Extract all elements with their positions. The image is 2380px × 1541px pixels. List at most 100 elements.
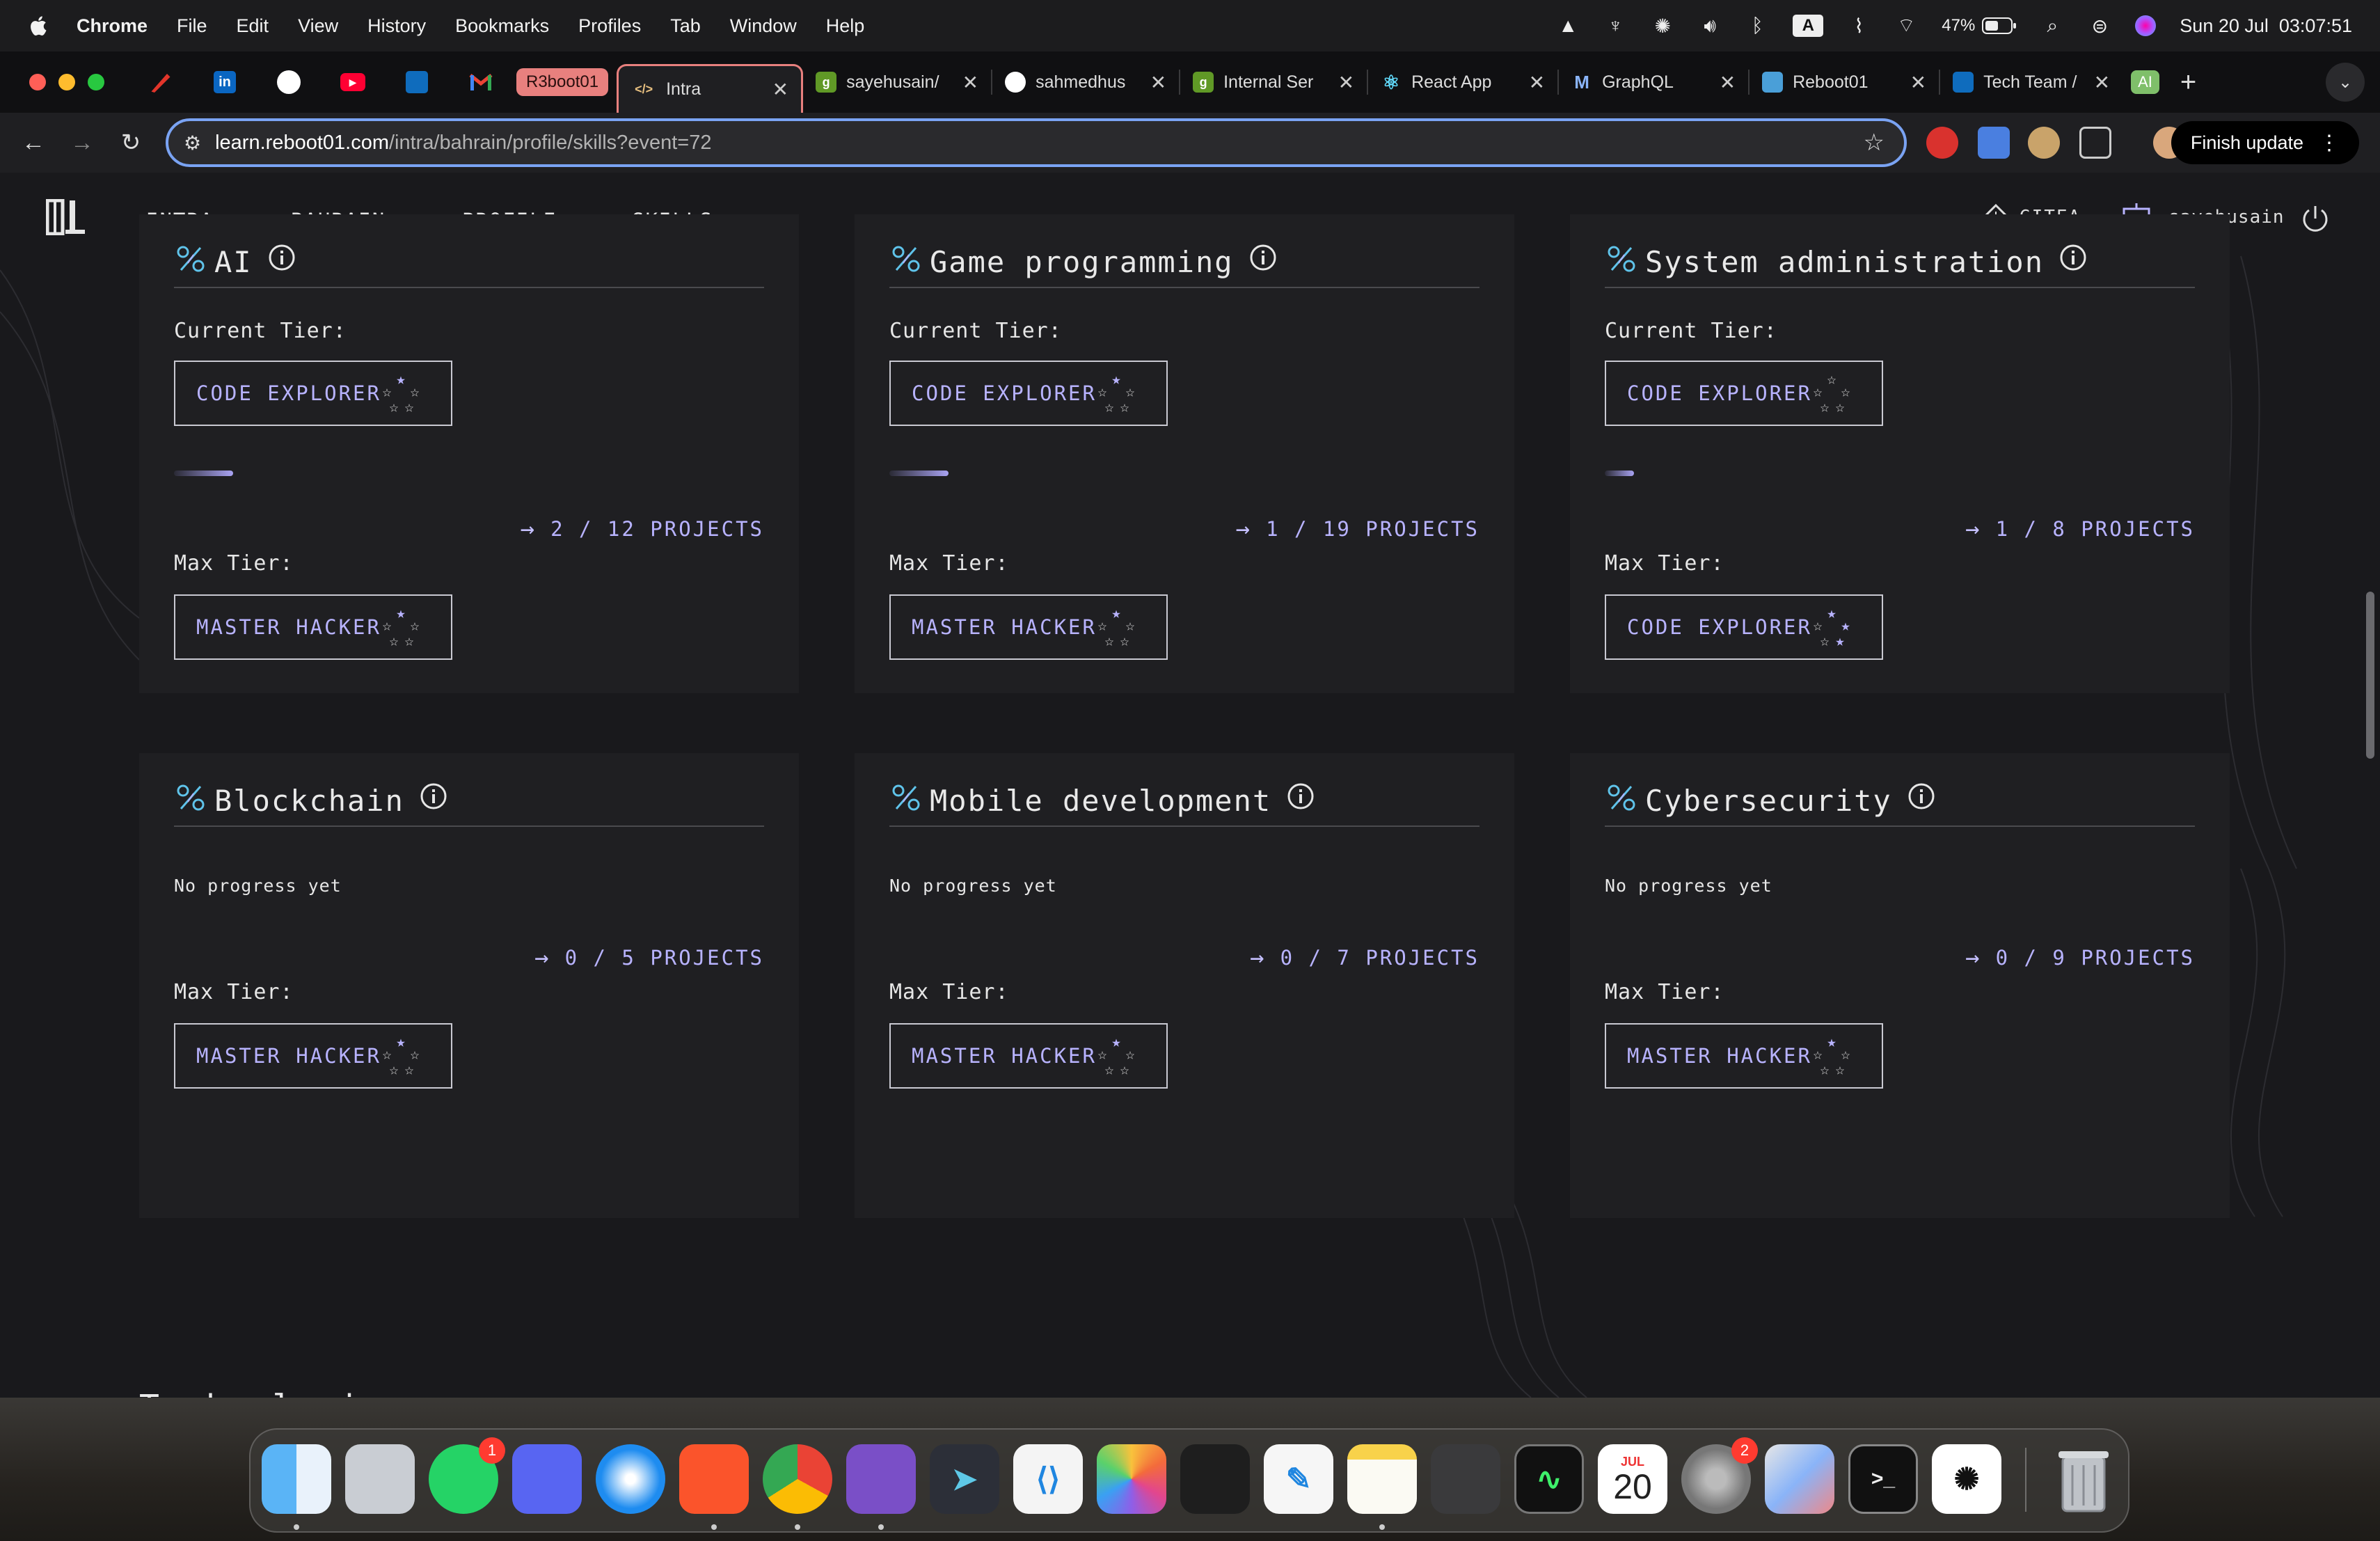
back-arrow-icon[interactable]: ← — [18, 127, 49, 158]
brave-icon[interactable] — [679, 1444, 749, 1514]
current-tier-badge[interactable]: CODE EXPLORER ★ ☆ ☆ ☆ ☆ — [174, 361, 452, 426]
logout-power-icon[interactable] — [2299, 203, 2331, 235]
more-menu-icon[interactable]: ⋮ — [2319, 131, 2340, 155]
tab-graphql[interactable]: M GraphQL ✕ — [1559, 60, 1748, 104]
info-icon[interactable] — [268, 244, 296, 271]
info-icon[interactable] — [420, 782, 447, 810]
calendar-icon[interactable]: JUL 20 — [1598, 1444, 1667, 1514]
close-tab-icon[interactable]: ✕ — [962, 71, 978, 94]
zoom-window-button[interactable] — [88, 74, 104, 90]
pinned-tab-gmail-icon[interactable] — [462, 63, 500, 101]
bookmark-star-icon[interactable]: ☆ — [1864, 129, 1885, 157]
terminal-icon[interactable]: >_ — [1848, 1444, 1918, 1514]
drive-icon[interactable]: ▲ — [1556, 14, 1580, 38]
max-tier-badge[interactable]: MASTER HACKER ★ ☆ ☆ ☆ ☆ — [889, 1023, 1168, 1089]
tab-internal-ser[interactable]: g Internal Ser ✕ — [1180, 60, 1367, 104]
activity-monitor-icon[interactable]: ∿ — [1514, 1444, 1584, 1514]
calculator-icon[interactable] — [1431, 1444, 1500, 1514]
max-tier-badge[interactable]: MASTER HACKER ★ ☆ ☆ ☆ ☆ — [174, 594, 452, 660]
safari-icon[interactable] — [596, 1444, 665, 1514]
vscode-icon[interactable]: ⟨⟩ — [1013, 1444, 1083, 1514]
freeform-icon[interactable]: ✎ — [1264, 1444, 1333, 1514]
info-icon[interactable] — [2059, 244, 2087, 271]
tab-react-app[interactable]: ⚛ React App ✕ — [1368, 60, 1557, 104]
page-scrollbar[interactable] — [2366, 592, 2374, 759]
close-tab-icon[interactable]: ✕ — [1150, 71, 1166, 94]
bluetooth-icon[interactable]: ᛒ — [1745, 14, 1769, 38]
paperclip-icon[interactable]: ⌇ — [1847, 14, 1871, 38]
close-tab-icon[interactable]: ✕ — [1720, 71, 1736, 94]
close-tab-icon[interactable]: ✕ — [2094, 71, 2110, 94]
launchpad-icon[interactable] — [345, 1444, 415, 1514]
openai-icon[interactable]: ✺ — [1651, 14, 1674, 38]
projects-link[interactable]: → 0 / 7 PROJECTS — [1250, 944, 1479, 972]
projects-link[interactable]: → 1 / 19 PROJECTS — [1236, 515, 1479, 543]
menu-window[interactable]: Window — [730, 15, 797, 37]
max-tier-badge[interactable]: CODE EXPLORER ★ ☆ ★ ☆ ★ — [1605, 594, 1883, 660]
info-icon[interactable] — [1249, 244, 1277, 271]
close-tab-icon[interactable]: ✕ — [1910, 71, 1926, 94]
keyboard-input-icon[interactable]: A — [1793, 15, 1824, 37]
spotlight-search-icon[interactable]: ⌕ — [2040, 14, 2064, 38]
control-center-icon[interactable]: ⊜ — [2088, 14, 2111, 38]
system-settings-icon[interactable]: 2 — [1681, 1437, 1758, 1514]
max-tier-badge[interactable]: MASTER HACKER ★ ☆ ☆ ☆ ☆ — [174, 1023, 452, 1089]
close-window-button[interactable] — [29, 74, 46, 90]
current-tier-badge[interactable]: CODE EXPLORER ☆ ☆ ☆ ☆ ☆ — [1605, 361, 1883, 426]
close-tab-icon[interactable]: ✕ — [772, 78, 788, 101]
lamp-icon[interactable]: ♆ — [1603, 14, 1627, 38]
tab-reboot01[interactable]: Reboot01 ✕ — [1750, 60, 1939, 104]
address-bar[interactable]: ⚙ learn.reboot01.com /intra/bahrain/prof… — [166, 118, 1907, 167]
extension-cookie-icon[interactable] — [2028, 127, 2060, 159]
max-tier-badge[interactable]: MASTER HACKER ★ ☆ ☆ ☆ ☆ — [1605, 1023, 1883, 1089]
pinned-tab-pen-icon[interactable] — [142, 63, 180, 101]
projects-link[interactable]: → 1 / 8 PROJECTS — [1965, 515, 2195, 543]
reload-icon[interactable]: ↻ — [116, 127, 146, 158]
chrome-icon[interactable] — [763, 1444, 832, 1514]
minimize-window-button[interactable] — [58, 74, 75, 90]
figma-icon[interactable] — [1180, 1444, 1250, 1514]
info-icon[interactable] — [1287, 782, 1315, 810]
close-tab-icon[interactable]: ✕ — [1338, 71, 1354, 94]
finder-icon[interactable] — [262, 1444, 331, 1514]
volume-icon[interactable]: 🔊︎ — [1698, 14, 1722, 38]
tab-sahmedhus[interactable]: sahmedhus ✕ — [992, 60, 1179, 104]
finish-update-button[interactable]: Finish update ⋮ — [2171, 121, 2359, 164]
notes-icon[interactable] — [1347, 1444, 1417, 1514]
battery-status[interactable]: 47% — [1942, 16, 2017, 35]
siri-icon[interactable] — [2135, 15, 2157, 36]
projects-link[interactable]: → 0 / 9 PROJECTS — [1965, 944, 2195, 972]
menu-file[interactable]: File — [177, 15, 207, 37]
menu-bookmarks[interactable]: Bookmarks — [455, 15, 549, 37]
prompt-icon[interactable]: ➤ — [930, 1444, 999, 1514]
wifi-icon[interactable]: ⌔ — [1894, 14, 1918, 38]
pinned-tab-outlook-icon[interactable] — [398, 63, 436, 101]
chatgpt-icon[interactable]: ✺ — [1932, 1444, 2001, 1514]
reboot01-logo[interactable] — [46, 199, 86, 235]
menu-view[interactable]: View — [298, 15, 338, 37]
menu-help[interactable]: Help — [826, 15, 865, 37]
extension-adblock-icon[interactable] — [1926, 127, 1958, 159]
site-settings-icon[interactable]: ⚙ — [184, 132, 201, 155]
tab-intra[interactable]: </> Intra ✕ — [617, 64, 804, 113]
tab-search-chevron-icon[interactable]: ⌄ — [2326, 63, 2365, 102]
projects-link[interactable]: → 2 / 12 PROJECTS — [521, 515, 764, 543]
forward-arrow-icon[interactable]: → — [67, 127, 97, 158]
menu-history[interactable]: History — [367, 15, 426, 37]
menu-app-chrome[interactable]: Chrome — [77, 15, 148, 37]
discord-icon[interactable] — [512, 1444, 582, 1514]
iphone-mirroring-icon[interactable] — [1765, 1444, 1834, 1514]
photos-icon[interactable] — [1097, 1444, 1166, 1514]
info-icon[interactable] — [1907, 782, 1935, 810]
menubar-clock[interactable]: Sun 20 Jul 03:07:51 — [2180, 15, 2352, 37]
menu-tab[interactable]: Tab — [670, 15, 701, 37]
apple-icon[interactable] — [26, 13, 51, 38]
max-tier-badge[interactable]: MASTER HACKER ★ ☆ ☆ ☆ ☆ — [889, 594, 1168, 660]
new-tab-button[interactable]: + — [2180, 67, 2196, 98]
menu-edit[interactable]: Edit — [237, 15, 269, 37]
projects-link[interactable]: → 0 / 5 PROJECTS — [534, 944, 764, 972]
extension-translate-icon[interactable] — [1978, 127, 2010, 159]
tab-sayehusain[interactable]: g sayehusain/ ✕ — [803, 60, 991, 104]
extensions-puzzle-icon[interactable] — [2079, 127, 2111, 159]
current-tier-badge[interactable]: CODE EXPLORER ★ ☆ ☆ ☆ ☆ — [889, 361, 1168, 426]
